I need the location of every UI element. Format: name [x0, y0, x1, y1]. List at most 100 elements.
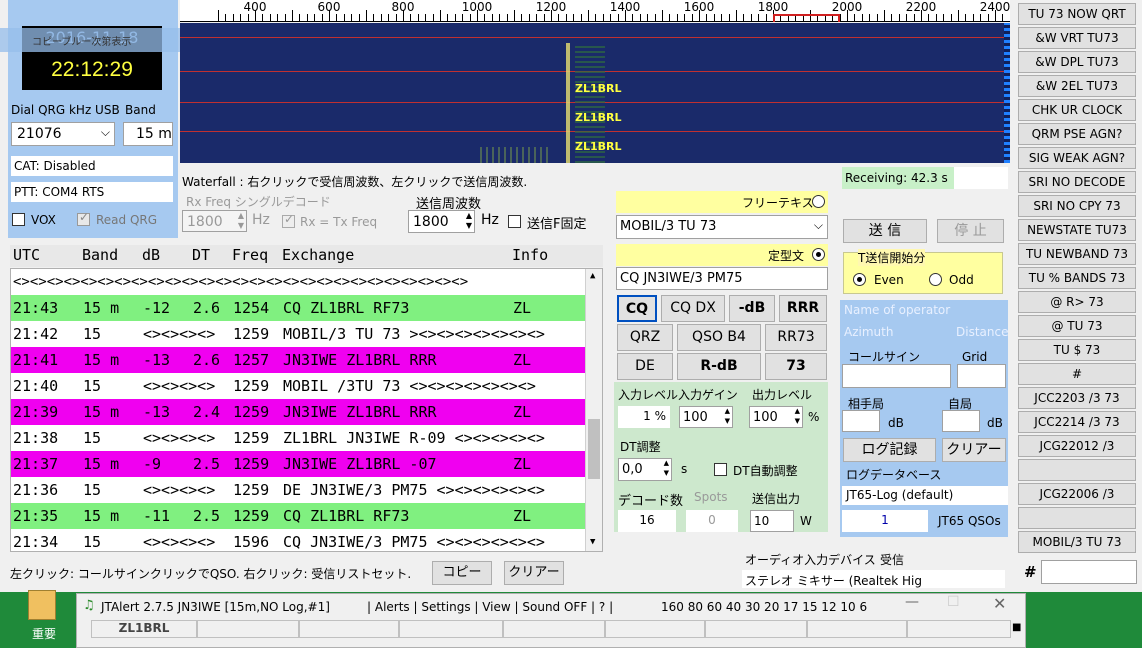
table-row[interactable]: 21:34 15 <><><><> 1596 CQ JN3IWE/3 PM75 <><>… [11, 529, 585, 551]
macro-button[interactable]: @ TU 73 [1018, 315, 1136, 337]
waterfall[interactable]: ZL1BRL ZL1BRL ZL1BRL [180, 23, 1010, 163]
tx-fixed-checkbox[interactable] [508, 215, 521, 228]
freetext-radio[interactable] [812, 195, 825, 208]
clear-log-button[interactable]: クリアー [942, 438, 1006, 462]
macro-button[interactable]: JCC2203 /3 73 [1018, 387, 1136, 409]
footer-hint: 左クリック: コールサインクリックでQSO. 右クリック: 受信リストセット. [10, 567, 412, 581]
jtalert-slot[interactable] [197, 620, 299, 638]
table-scrollbar[interactable]: ▲ ▼ [585, 269, 602, 551]
macro-button[interactable]: @ R> 73 [1018, 291, 1136, 313]
table-row[interactable]: 21:35 15 m -11 2.5 1259 CQ ZL1BRL RF73 ZL [11, 503, 585, 529]
band-field[interactable]: 15 m [123, 122, 173, 146]
table-row[interactable]: 21:42 15 <><><><> 1259 MOBIL/3 TU 73 ><><><>… [11, 321, 585, 347]
odd-radio[interactable] [929, 273, 942, 286]
tx-power-value[interactable]: 10 [750, 510, 794, 532]
macro-button[interactable]: JCG22006 /3 [1018, 483, 1136, 505]
macro-button[interactable]: JCC2214 /3 73 [1018, 411, 1136, 433]
self-db-field[interactable] [942, 410, 980, 432]
send-button[interactable]: 送 信 [843, 219, 927, 243]
scroll-up-icon[interactable]: ▲ [590, 271, 595, 281]
macro-button[interactable]: SRI NO DECODE [1018, 171, 1136, 193]
table-row[interactable]: 21:37 15 m -9 2.5 1259 JN3IWE ZL1BRL -07 ZL [11, 451, 585, 477]
jtalert-slot[interactable] [399, 620, 503, 638]
even-radio[interactable] [853, 273, 866, 286]
jtalert-slot[interactable] [299, 620, 399, 638]
macro-button[interactable]: TU NEWBAND 73 [1018, 243, 1136, 265]
jtalert-slot[interactable] [705, 620, 807, 638]
decode-table[interactable]: <><><><> <><><><> <><><><> <><><><> <><><><>… [10, 268, 603, 552]
callsign-field[interactable] [842, 364, 951, 388]
fixed-text-field[interactable]: CQ JN3IWE/3 PM75 [616, 267, 828, 290]
macro-input[interactable] [1041, 560, 1137, 584]
macro-button[interactable]: JCG22012 /3 [1018, 435, 1136, 457]
macro-button[interactable]: &W 2EL TU73 [1018, 75, 1136, 97]
macro-button[interactable] [1018, 507, 1136, 529]
jtalert-slot[interactable] [807, 620, 907, 638]
macro-button[interactable]: TU % BANDS 73 [1018, 267, 1136, 289]
macro-button[interactable]: QRM PSE AGN? [1018, 123, 1136, 145]
table-row[interactable]: <><><><><><><><><><><><><><><><><><><><>… [11, 269, 585, 295]
macro-button[interactable]: MOBIL/3 TU 73 [1018, 531, 1136, 553]
table-row[interactable]: 21:38 15 <><><><> 1259 ZL1BRL JN3IWE R-09 <>… [11, 425, 585, 451]
qrz-button[interactable]: QRZ [617, 324, 673, 351]
r-db-button[interactable]: R-dB [677, 353, 761, 380]
jtalert-slot[interactable] [907, 620, 1011, 638]
log-database-value[interactable]: JT65-Log (default) [842, 486, 1008, 505]
freetext-select[interactable]: MOBIL/3 TU 73 ⌵ [616, 215, 828, 239]
jtalert-menu[interactable]: | Alerts | Settings | View | Sound OFF |… [367, 600, 613, 614]
grid-field[interactable] [957, 364, 1006, 388]
macro-button[interactable]: &W DPL TU73 [1018, 51, 1136, 73]
qso-b4-button[interactable]: QSO B4 [677, 324, 761, 351]
cq-button[interactable]: CQ [617, 295, 657, 322]
scroll-thumb[interactable] [588, 419, 600, 479]
macro-button[interactable]: # [1018, 363, 1136, 385]
macro-button[interactable]: SIG WEAK AGN? [1018, 147, 1136, 169]
macro-button[interactable] [1018, 459, 1136, 481]
folder-icon[interactable] [28, 590, 56, 620]
rrr-button[interactable]: RRR [779, 295, 827, 322]
stop-button[interactable]: 停 止 [937, 219, 1004, 243]
clear-button[interactable]: クリアー [504, 561, 564, 585]
minus-db-button[interactable]: -dB [729, 295, 775, 322]
log-button[interactable]: ログ記録 [843, 438, 936, 462]
table-row[interactable]: 21:39 15 m -13 2.4 1259 JN3IWE ZL1BRL RRR ZL [11, 399, 585, 425]
jtalert-callsign-slot[interactable]: ZL1BRL [91, 620, 197, 638]
de-button[interactable]: DE [617, 353, 673, 380]
tx-freq-spinner[interactable]: 1800 ▲ ▼ [408, 210, 475, 233]
copy-button[interactable]: コピー [432, 561, 492, 585]
close-icon[interactable]: ✕ [993, 594, 1006, 613]
audio-device-value[interactable]: ステレオ ミキサー (Realtek Hig [742, 570, 1005, 588]
dt-spinner[interactable]: 0,0 ▲ ▼ [618, 458, 672, 481]
rx-freq-spinner[interactable]: 1800 ▲ ▼ [182, 210, 247, 232]
maximize-icon[interactable]: ☐ [947, 594, 960, 610]
minimize-icon[interactable]: — [905, 594, 919, 610]
jtalert-bands[interactable]: 160 80 60 40 30 20 17 15 12 10 6 [661, 600, 867, 614]
output-level-spinner[interactable]: 100 ▲ ▼ [749, 406, 803, 428]
macro-button[interactable]: CHK UR CLOCK [1018, 99, 1136, 121]
macro-button[interactable]: TU $ 73 [1018, 339, 1136, 361]
cat-status-text: CAT: Disabled [14, 159, 96, 173]
other-db-field[interactable] [842, 410, 880, 432]
jtalert-slot[interactable] [503, 620, 605, 638]
macro-button[interactable]: SRI NO CPY 73 [1018, 195, 1136, 217]
scroll-down-icon[interactable]: ▼ [590, 537, 595, 547]
macro-button[interactable]: TU 73 NOW QRT [1018, 3, 1136, 25]
rr73-button[interactable]: RR73 [765, 324, 827, 351]
table-row[interactable]: 21:41 15 m -13 2.6 1257 JN3IWE ZL1BRL RRR ZL [11, 347, 585, 373]
fixed-text-radio[interactable] [812, 248, 825, 261]
resize-grip-icon[interactable]: ■ [1012, 622, 1021, 633]
table-row[interactable]: 21:43 15 m -12 2.6 1254 CQ ZL1BRL RF73 ZL [11, 295, 585, 321]
cq-dx-button[interactable]: CQ DX [661, 295, 725, 322]
73-button[interactable]: 73 [765, 353, 827, 380]
ruler-label: 1800 [757, 0, 789, 14]
frequency-ruler[interactable]: 400 600 800 1000 1200 1400 1600 1800 2000 2200 240… [180, 0, 1010, 22]
macro-button[interactable]: NEWSTATE TU73 [1018, 219, 1136, 241]
dt-auto-checkbox[interactable] [714, 463, 727, 476]
table-row[interactable]: 21:40 15 <><><><> 1259 MOBIL /3TU 73 <><><><… [11, 373, 585, 399]
macro-button[interactable]: &W VRT TU73 [1018, 27, 1136, 49]
vox-checkbox[interactable] [12, 213, 25, 226]
jtalert-slot[interactable] [605, 620, 705, 638]
dial-qrg-select[interactable]: 21076 ⌵ [11, 122, 115, 146]
input-gain-spinner[interactable]: 100 ▲ ▼ [679, 406, 733, 428]
table-row[interactable]: 21:36 15 <><><><> 1259 DE JN3IWE/3 PM75 <><>… [11, 477, 585, 503]
